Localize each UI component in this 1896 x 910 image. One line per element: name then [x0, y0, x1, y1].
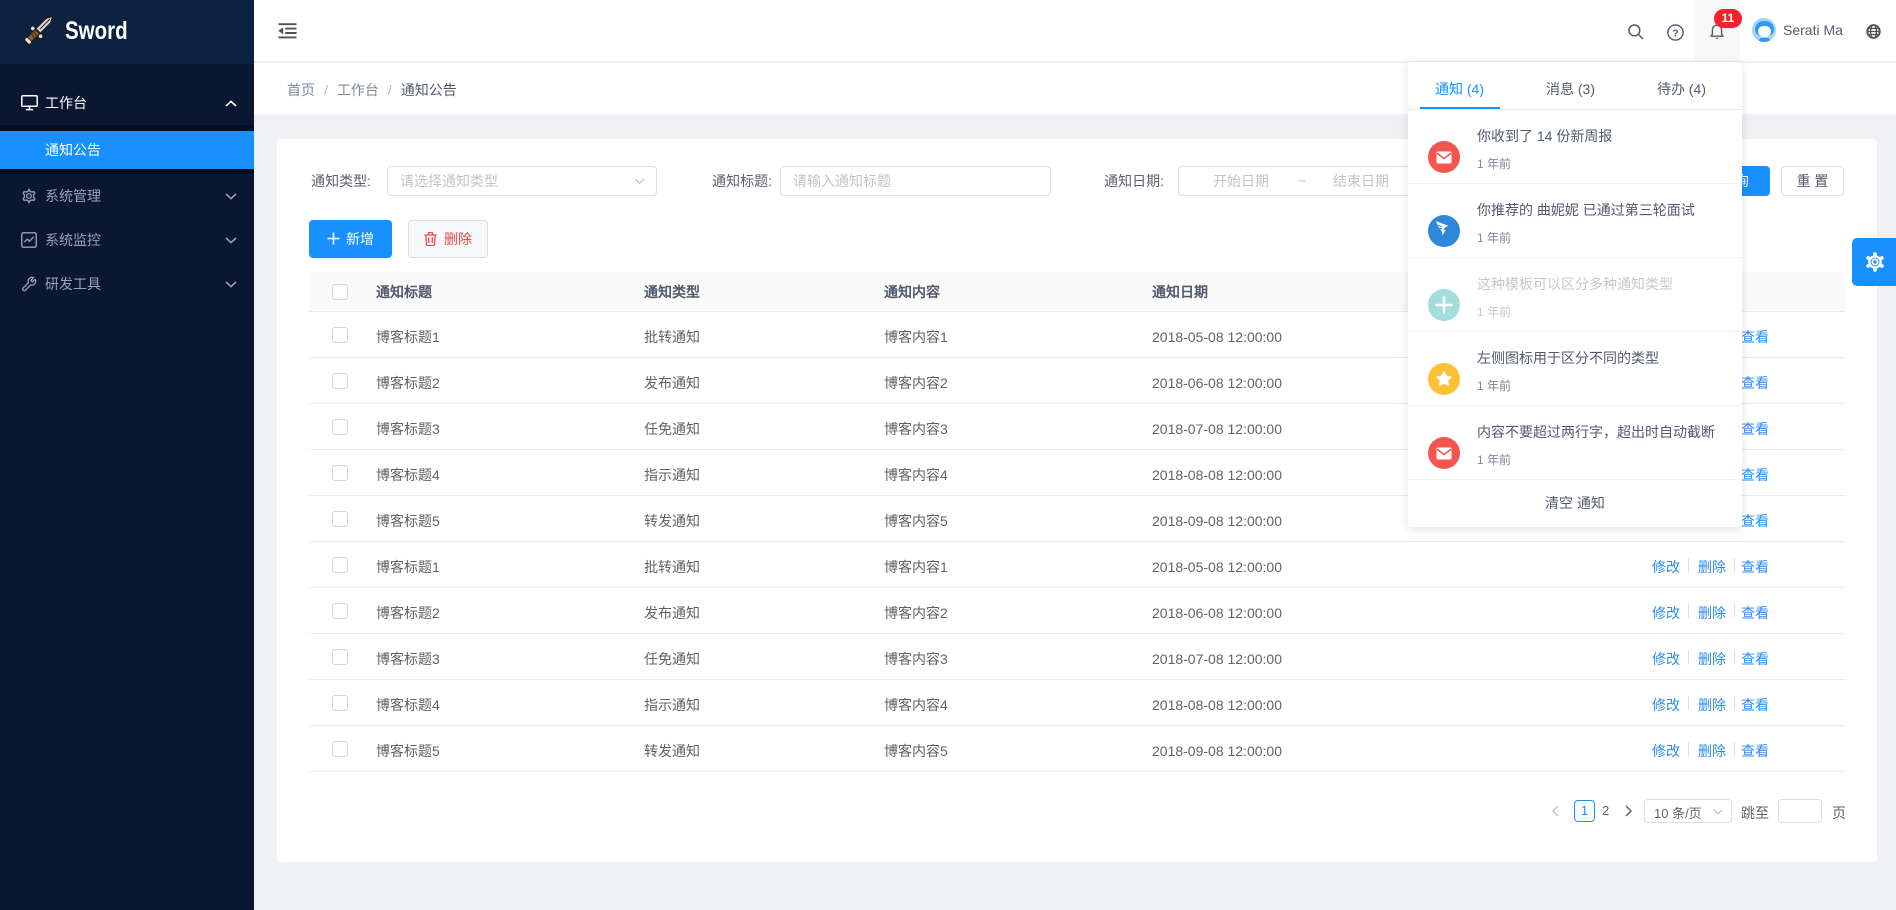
svg-text:?: ? — [1672, 27, 1678, 39]
